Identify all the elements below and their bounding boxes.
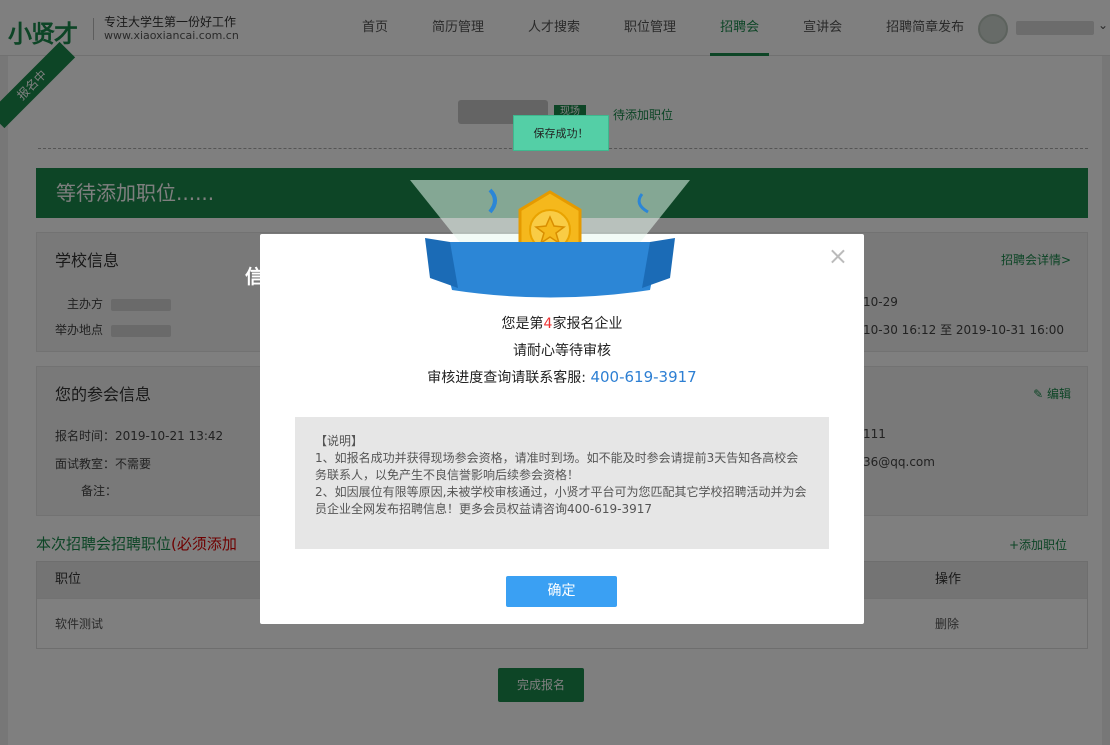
rank-post: 家报名企业 xyxy=(552,316,623,332)
notice-item-1: 1、如报名成功并获得现场参会资格，请准时到场。如不能及时参会请提前3天告知各高校… xyxy=(315,451,799,482)
contact-text: 审核进度查询请联系客服: 400-619-3917 xyxy=(260,367,864,387)
rank-pre: 您是第 xyxy=(501,316,544,332)
close-icon[interactable]: × xyxy=(828,242,848,270)
modal-title: 信息提交成功 xyxy=(244,266,359,288)
save-toast: 保存成功！ xyxy=(513,115,609,151)
notice-heading: 【说明】 xyxy=(315,434,364,448)
celebration-graphic xyxy=(410,180,690,298)
notice-box: 【说明】 1、如报名成功并获得现场参会资格，请准时到场。如不能及时参会请提前3天… xyxy=(295,417,829,549)
contact-pre: 审核进度查询请联系客服: xyxy=(427,370,591,386)
rank-text: 您是第4家报名企业 xyxy=(260,313,864,333)
wait-text: 请耐心等待审核 xyxy=(513,343,611,359)
service-phone: 400-619-3917 xyxy=(590,368,697,386)
confirm-button[interactable]: 确定 xyxy=(506,576,617,607)
notice-item-2: 2、如因展位有限等原因,未被学校审核通过，小贤才平台可为您匹配其它学校招聘活动并… xyxy=(315,485,807,516)
